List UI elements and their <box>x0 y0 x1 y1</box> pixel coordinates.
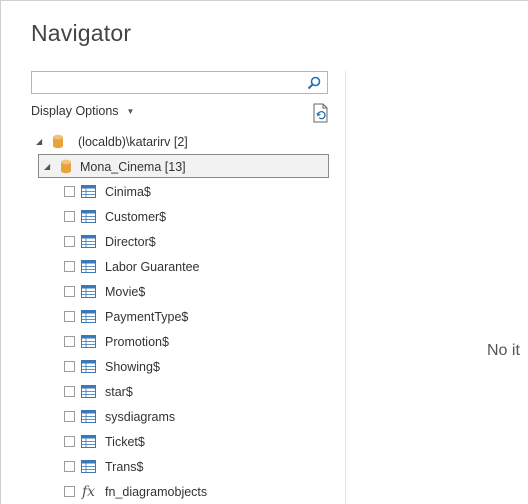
tree-item-label: sysdiagrams <box>105 409 176 424</box>
search-text-field[interactable] <box>36 73 300 94</box>
table-icon <box>81 210 96 223</box>
tree-item[interactable]: Promotion$ <box>64 329 169 354</box>
tree-item-label: Promotion$ <box>105 334 169 349</box>
window-border-left <box>0 0 1 504</box>
tree-item-label: PaymentType$ <box>105 309 189 324</box>
page-title: Navigator <box>31 20 132 46</box>
table-icon <box>81 260 96 273</box>
table-icon <box>81 360 96 373</box>
item-checkbox[interactable] <box>64 211 75 222</box>
tree-item-label: Director$ <box>105 234 156 249</box>
tree-item-label: Labor Guarantee <box>105 259 200 274</box>
item-checkbox[interactable] <box>64 286 75 297</box>
table-icon <box>81 410 96 423</box>
tree-item-label: Customer$ <box>105 209 167 224</box>
item-checkbox[interactable] <box>64 361 75 372</box>
table-icon <box>81 460 96 473</box>
item-checkbox[interactable] <box>64 411 75 422</box>
table-icon <box>81 185 96 198</box>
display-options-dropdown[interactable]: Display Options ▼ <box>31 104 134 118</box>
tree-node-label: Mona_Cinema [13] <box>80 159 186 174</box>
search-icon[interactable] <box>306 75 322 91</box>
tree-item[interactable]: Customer$ <box>64 204 166 229</box>
tree-node-server[interactable]: ◢ (localdb)\katarirv [2] <box>36 129 188 154</box>
tree-item[interactable]: Trans$ <box>64 454 143 479</box>
tree-item[interactable]: Director$ <box>64 229 156 254</box>
tree-item[interactable]: fx fn_diagramobjects <box>64 479 207 504</box>
table-icon <box>81 335 96 348</box>
tree-item[interactable]: sysdiagrams <box>64 404 175 429</box>
item-checkbox[interactable] <box>64 261 75 272</box>
item-checkbox[interactable] <box>64 436 75 447</box>
chevron-down-icon: ▼ <box>126 106 135 116</box>
item-checkbox[interactable] <box>64 386 75 397</box>
table-icon <box>81 285 96 298</box>
tree-item[interactable]: Cinima$ <box>64 179 151 204</box>
tree-item-label: Cinima$ <box>105 184 151 199</box>
tree-item[interactable]: Labor Guarantee <box>64 254 200 279</box>
item-checkbox[interactable] <box>64 336 75 347</box>
tree-item-label: Movie$ <box>105 284 146 299</box>
table-icon <box>81 310 96 323</box>
expand-triangle-icon[interactable]: ◢ <box>36 137 46 146</box>
function-icon: fx <box>81 483 96 500</box>
tree-node-label: (localdb)\katarirv [2] <box>78 134 188 149</box>
item-checkbox[interactable] <box>64 486 75 497</box>
tree-item-label: star$ <box>105 384 133 399</box>
tree-item[interactable]: Movie$ <box>64 279 145 304</box>
refresh-icon[interactable] <box>312 103 330 123</box>
table-icon <box>81 385 96 398</box>
tree-item-label: Ticket$ <box>105 434 145 449</box>
tree-item-label: Trans$ <box>105 459 144 474</box>
item-checkbox[interactable] <box>64 311 75 322</box>
table-icon <box>81 435 96 448</box>
preview-empty-text: No it <box>487 342 520 359</box>
tree-item-label: fn_diagramobjects <box>105 484 208 499</box>
tree-item[interactable]: Ticket$ <box>64 429 145 454</box>
tree-item[interactable]: Showing$ <box>64 354 160 379</box>
window-border-top <box>0 0 528 1</box>
table-icon <box>81 235 96 248</box>
item-checkbox[interactable] <box>64 461 75 472</box>
item-checkbox[interactable] <box>64 186 75 197</box>
database-icon <box>53 134 63 149</box>
tree-node-database[interactable]: ◢ Mona_Cinema [13] <box>44 154 186 179</box>
item-checkbox[interactable] <box>64 236 75 247</box>
database-icon <box>61 159 71 174</box>
tree-item[interactable]: star$ <box>64 379 133 404</box>
tree-item-label: Showing$ <box>105 359 160 374</box>
panel-divider <box>345 71 346 504</box>
search-input[interactable] <box>31 71 328 94</box>
tree-item[interactable]: PaymentType$ <box>64 304 188 329</box>
display-options-label: Display Options <box>31 104 119 118</box>
expand-triangle-icon[interactable]: ◢ <box>44 162 54 171</box>
